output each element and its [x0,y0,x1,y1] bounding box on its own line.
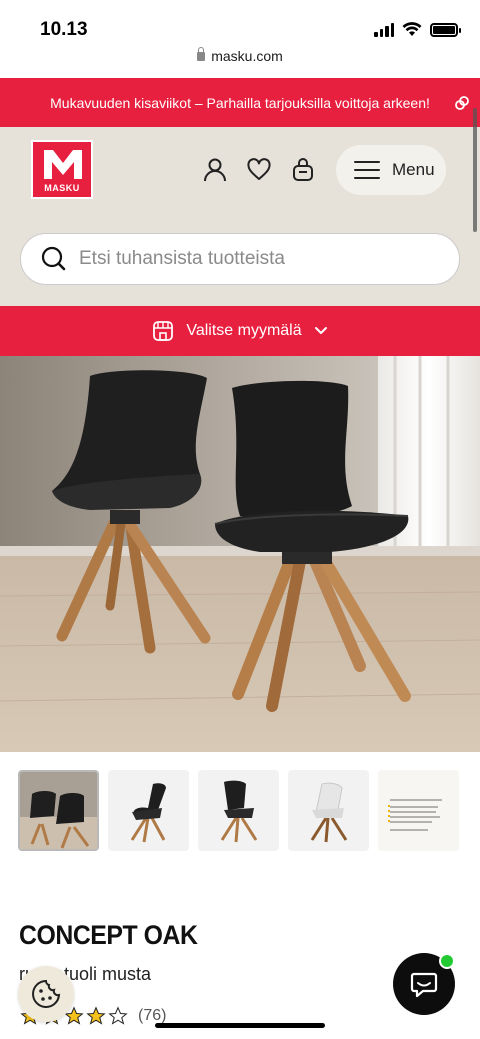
hamburger-icon [354,161,380,179]
signal-icon [374,22,394,37]
site-header: MASKU Menu Etsi tuhansista tuotteista [0,127,480,306]
page: 10.13 masku.com Mukavuuden kisaviikot – … [0,0,480,1039]
thumbnail-chairs-pair[interactable] [18,770,99,851]
menu-label: Menu [392,160,435,179]
product-title: CONCEPT OAK [19,920,198,950]
wifi-icon [402,22,422,36]
star-icon [86,1006,106,1025]
battery-icon [430,22,461,37]
logo-text: MASKU [44,183,80,193]
store-selector[interactable]: Valitse myymälä [0,306,480,356]
address-bar[interactable]: masku.com [0,47,480,78]
status-bar: 10.13 [0,0,480,48]
thumbnail-white-chair[interactable] [288,770,369,851]
search-icon [41,246,66,271]
clock: 10.13 [40,19,88,40]
store-label: Valitse myymälä [186,322,302,339]
menu-button[interactable]: Menu [336,145,446,195]
home-indicator[interactable] [155,1023,325,1028]
cookie-icon [32,979,61,1008]
product-main-image[interactable] [0,356,480,752]
thumbnail-info-sheet[interactable] [378,770,459,851]
store-icon [153,321,174,341]
cart-bag-icon[interactable] [290,157,316,183]
thumbnail-black-chair-side[interactable] [108,770,189,851]
masku-logo[interactable]: MASKU [31,140,93,199]
search-placeholder: Etsi tuhansista tuotteista [79,248,285,269]
status-icons [374,22,461,37]
chairs-photo [0,356,480,752]
thumbnail-strip [18,770,459,851]
account-icon[interactable] [202,157,228,183]
logo-m-icon [44,150,82,179]
promo-banner[interactable]: Mukavuuden kisaviikot – Parhailla tarjou… [0,78,480,127]
chat-button[interactable] [393,953,455,1015]
online-status-dot [439,953,455,969]
chat-bubble-icon [410,972,438,998]
wishlist-heart-icon[interactable] [246,157,272,183]
cookie-settings-button[interactable] [18,966,74,1022]
lock-icon [197,47,206,61]
link-icon [455,96,469,110]
chevron-down-icon [314,327,327,334]
promo-text: Mukavuuden kisaviikot – Parhailla tarjou… [50,94,430,111]
search-input[interactable]: Etsi tuhansista tuotteista [20,233,460,285]
thumbnail-black-chair-front[interactable] [198,770,279,851]
scrollbar[interactable] [473,108,477,232]
star-empty-icon [108,1006,128,1025]
url-text: masku.com [211,48,283,64]
